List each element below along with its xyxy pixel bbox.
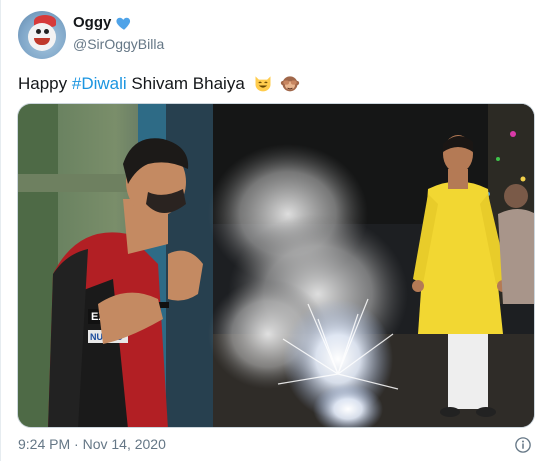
media-images: EXIDE NUVOC [18, 104, 534, 427]
info-icon[interactable] [514, 436, 532, 454]
smiling-cat-icon [255, 76, 271, 92]
tweet-card: Oggy @SirOggyBilla Happy #Diwali Shivam … [0, 0, 553, 461]
tweet-text-after: Shivam Bhaiya [126, 74, 245, 93]
tweet-text-before: Happy [18, 74, 72, 93]
hashtag-link[interactable]: #Diwali [72, 74, 127, 93]
avatar-face [28, 23, 56, 51]
display-name[interactable]: Oggy [73, 14, 111, 31]
user-handle[interactable]: @SirOggyBilla [73, 36, 164, 52]
avatar-eye-right [44, 29, 49, 34]
avatar-eye-left [36, 29, 41, 34]
tweet-text: Happy #Diwali Shivam Bhaiya [18, 73, 300, 94]
tweet-media[interactable]: EXIDE NUVOC [17, 103, 535, 428]
right-image [208, 104, 534, 427]
see-no-evil-monkey-icon [281, 76, 300, 92]
tweet-timestamp[interactable]: 9:24 PM · Nov 14, 2020 [18, 436, 166, 452]
left-image: EXIDE NUVOC [18, 104, 213, 427]
heart-badge-icon [116, 17, 131, 30]
avatar[interactable] [18, 11, 66, 59]
